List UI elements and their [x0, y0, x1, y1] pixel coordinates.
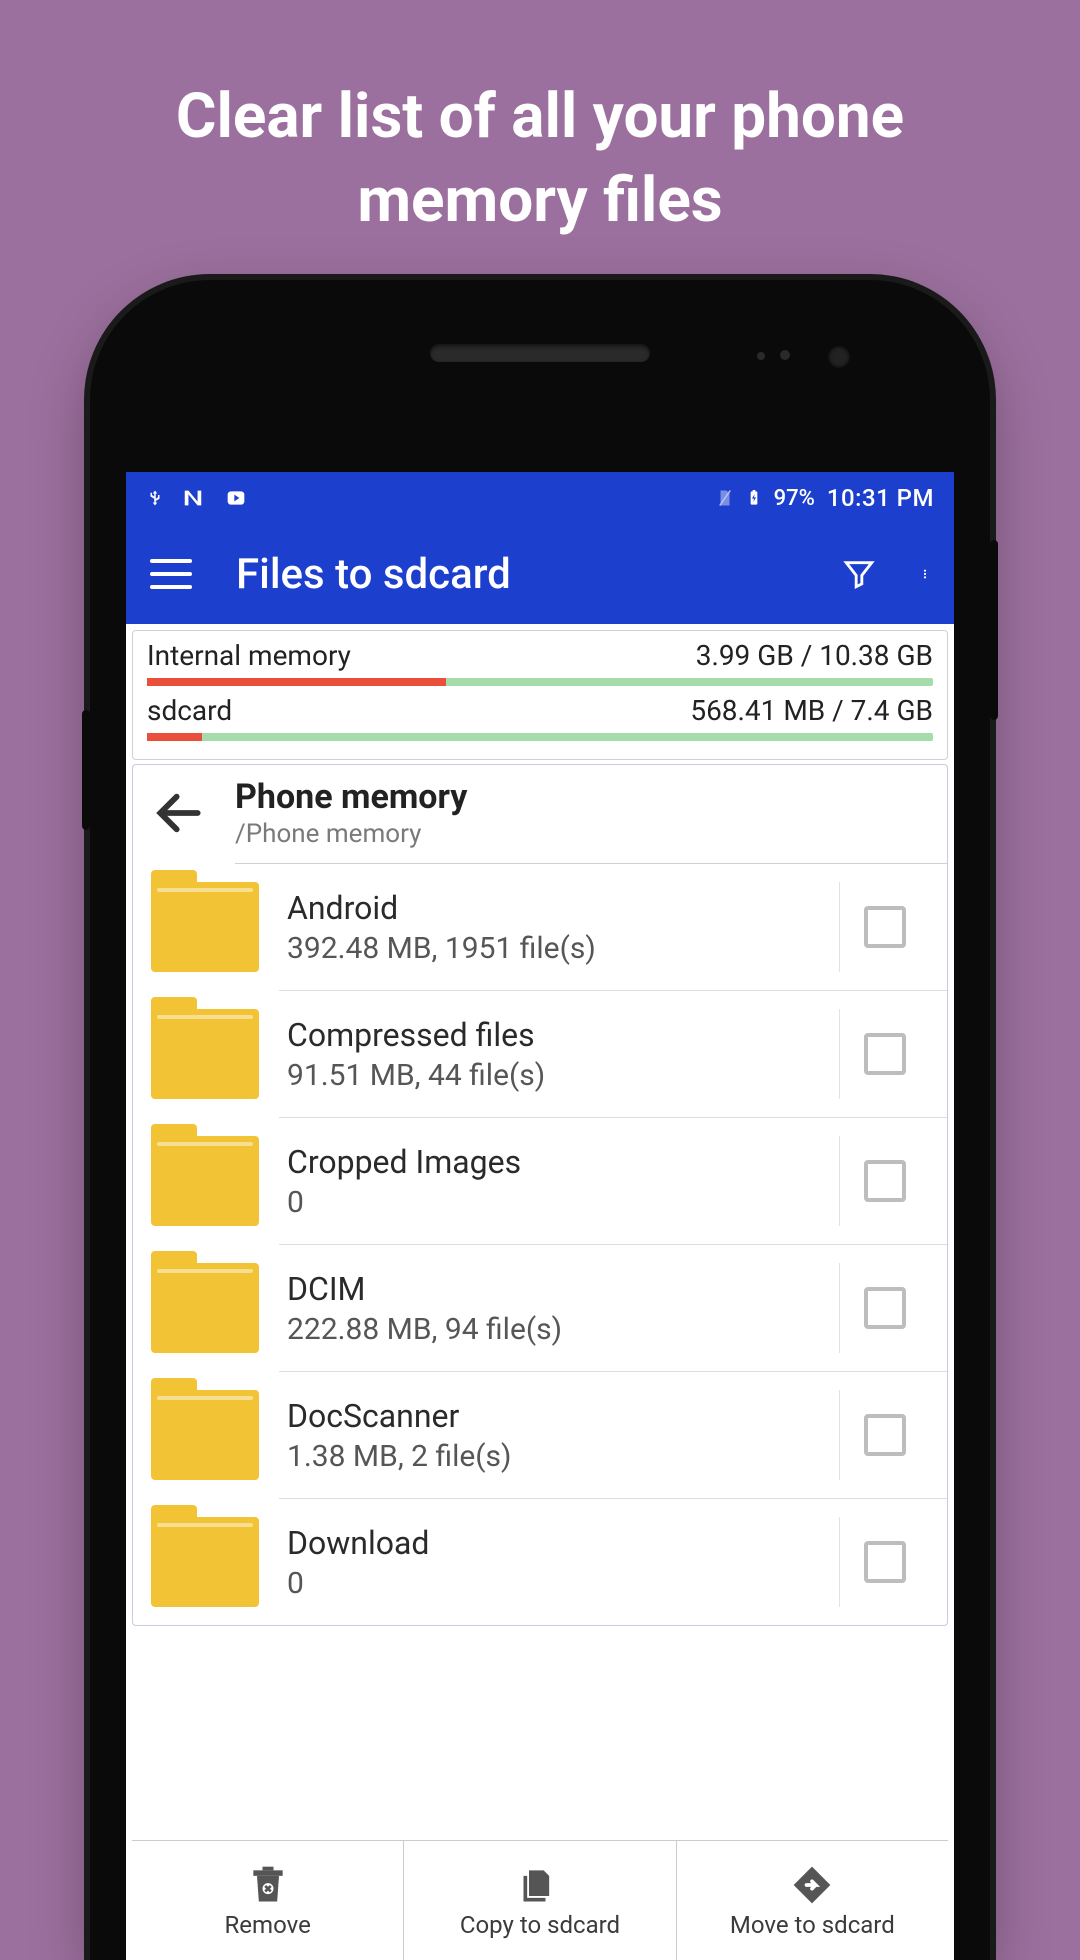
- storage-fill: [147, 733, 202, 741]
- bottom-action-bar: Remove Copy to sdcard Move to sdcard: [132, 1840, 948, 1960]
- back-arrow-icon[interactable]: [151, 785, 207, 841]
- sim-icon: [716, 487, 734, 509]
- app-bar: Files to sdcard: [126, 524, 954, 624]
- storage-fill: [147, 678, 446, 686]
- file-meta: 0: [287, 1566, 829, 1601]
- storage-usage: 568.41 MB / 7.4 GB: [690, 694, 933, 727]
- copy-button[interactable]: Copy to sdcard: [404, 1841, 676, 1960]
- battery-percent: 97%: [774, 486, 815, 511]
- sensor-dot: [780, 350, 790, 360]
- file-list[interactable]: Android 392.48 MB, 1951 file(s) Compressed…: [133, 864, 947, 1625]
- status-bar: 97% 10:31 PM: [126, 472, 954, 524]
- clock: 10:31 PM: [827, 484, 934, 512]
- file-browser: Phone memory /Phone memory Android 392.48…: [132, 764, 948, 1626]
- menu-button[interactable]: [150, 559, 192, 589]
- front-camera: [828, 346, 850, 368]
- power-button-side: [82, 710, 90, 830]
- file-row[interactable]: Compressed files 91.51 MB, 44 file(s): [133, 991, 947, 1117]
- file-name: DCIM: [287, 1270, 829, 1308]
- select-checkbox[interactable]: [864, 1541, 906, 1583]
- promo-headline: Clear list of all your phone memory file…: [0, 0, 1080, 242]
- select-checkbox[interactable]: [864, 1414, 906, 1456]
- move-button[interactable]: Move to sdcard: [677, 1841, 948, 1960]
- storage-row-sdcard: sdcard 568.41 MB / 7.4 GB: [147, 694, 933, 727]
- file-meta: 0: [287, 1185, 829, 1220]
- file-row[interactable]: Download 0: [133, 1499, 947, 1625]
- move-label: Move to sdcard: [730, 1911, 895, 1939]
- select-checkbox[interactable]: [864, 906, 906, 948]
- file-meta: 91.51 MB, 44 file(s): [287, 1058, 829, 1093]
- file-row[interactable]: DocScanner 1.38 MB, 2 file(s): [133, 1372, 947, 1498]
- nav-path: /Phone memory: [235, 819, 929, 849]
- file-row[interactable]: Android 392.48 MB, 1951 file(s): [133, 864, 947, 990]
- file-row[interactable]: Cropped Images 0: [133, 1118, 947, 1244]
- folder-icon: [151, 882, 259, 972]
- copy-label: Copy to sdcard: [460, 1911, 620, 1939]
- folder-icon: [151, 1136, 259, 1226]
- phone-frame: 97% 10:31 PM Files to sdcard Internal me…: [90, 280, 990, 1960]
- file-meta: 392.48 MB, 1951 file(s): [287, 931, 829, 966]
- nav-title: Phone memory: [235, 777, 929, 817]
- filter-icon[interactable]: [842, 557, 876, 591]
- remove-button[interactable]: Remove: [132, 1841, 404, 1960]
- storage-panel: Internal memory 3.99 GB / 10.38 GB sdcar…: [132, 630, 948, 760]
- more-icon[interactable]: [920, 557, 930, 591]
- folder-icon: [151, 1390, 259, 1480]
- folder-icon: [151, 1517, 259, 1607]
- select-checkbox[interactable]: [864, 1160, 906, 1202]
- app-title: Files to sdcard: [236, 550, 511, 599]
- file-name: Download: [287, 1524, 829, 1562]
- n-icon: [180, 487, 206, 509]
- file-name: Android: [287, 889, 829, 927]
- nav-header: Phone memory /Phone memory: [133, 765, 947, 855]
- youtube-icon: [222, 488, 250, 508]
- file-name: DocScanner: [287, 1397, 829, 1435]
- file-name: Cropped Images: [287, 1143, 829, 1181]
- storage-row-internal: Internal memory 3.99 GB / 10.38 GB: [147, 639, 933, 672]
- storage-bar-sdcard: [147, 733, 933, 741]
- folder-icon: [151, 1263, 259, 1353]
- file-row[interactable]: DCIM 222.88 MB, 94 file(s): [133, 1245, 947, 1371]
- sensor-dot: [757, 352, 765, 360]
- volume-rocker: [990, 540, 998, 720]
- select-checkbox[interactable]: [864, 1287, 906, 1329]
- battery-icon: [746, 486, 762, 510]
- file-meta: 1.38 MB, 2 file(s): [287, 1439, 829, 1474]
- folder-icon: [151, 1009, 259, 1099]
- file-meta: 222.88 MB, 94 file(s): [287, 1312, 829, 1347]
- storage-bar-internal: [147, 678, 933, 686]
- select-checkbox[interactable]: [864, 1033, 906, 1075]
- storage-label: Internal memory: [147, 639, 351, 672]
- storage-usage: 3.99 GB / 10.38 GB: [696, 639, 933, 672]
- usb-icon: [146, 485, 164, 511]
- screen: 97% 10:31 PM Files to sdcard Internal me…: [126, 472, 954, 1960]
- storage-label: sdcard: [147, 694, 232, 727]
- remove-label: Remove: [225, 1911, 311, 1939]
- file-name: Compressed files: [287, 1016, 829, 1054]
